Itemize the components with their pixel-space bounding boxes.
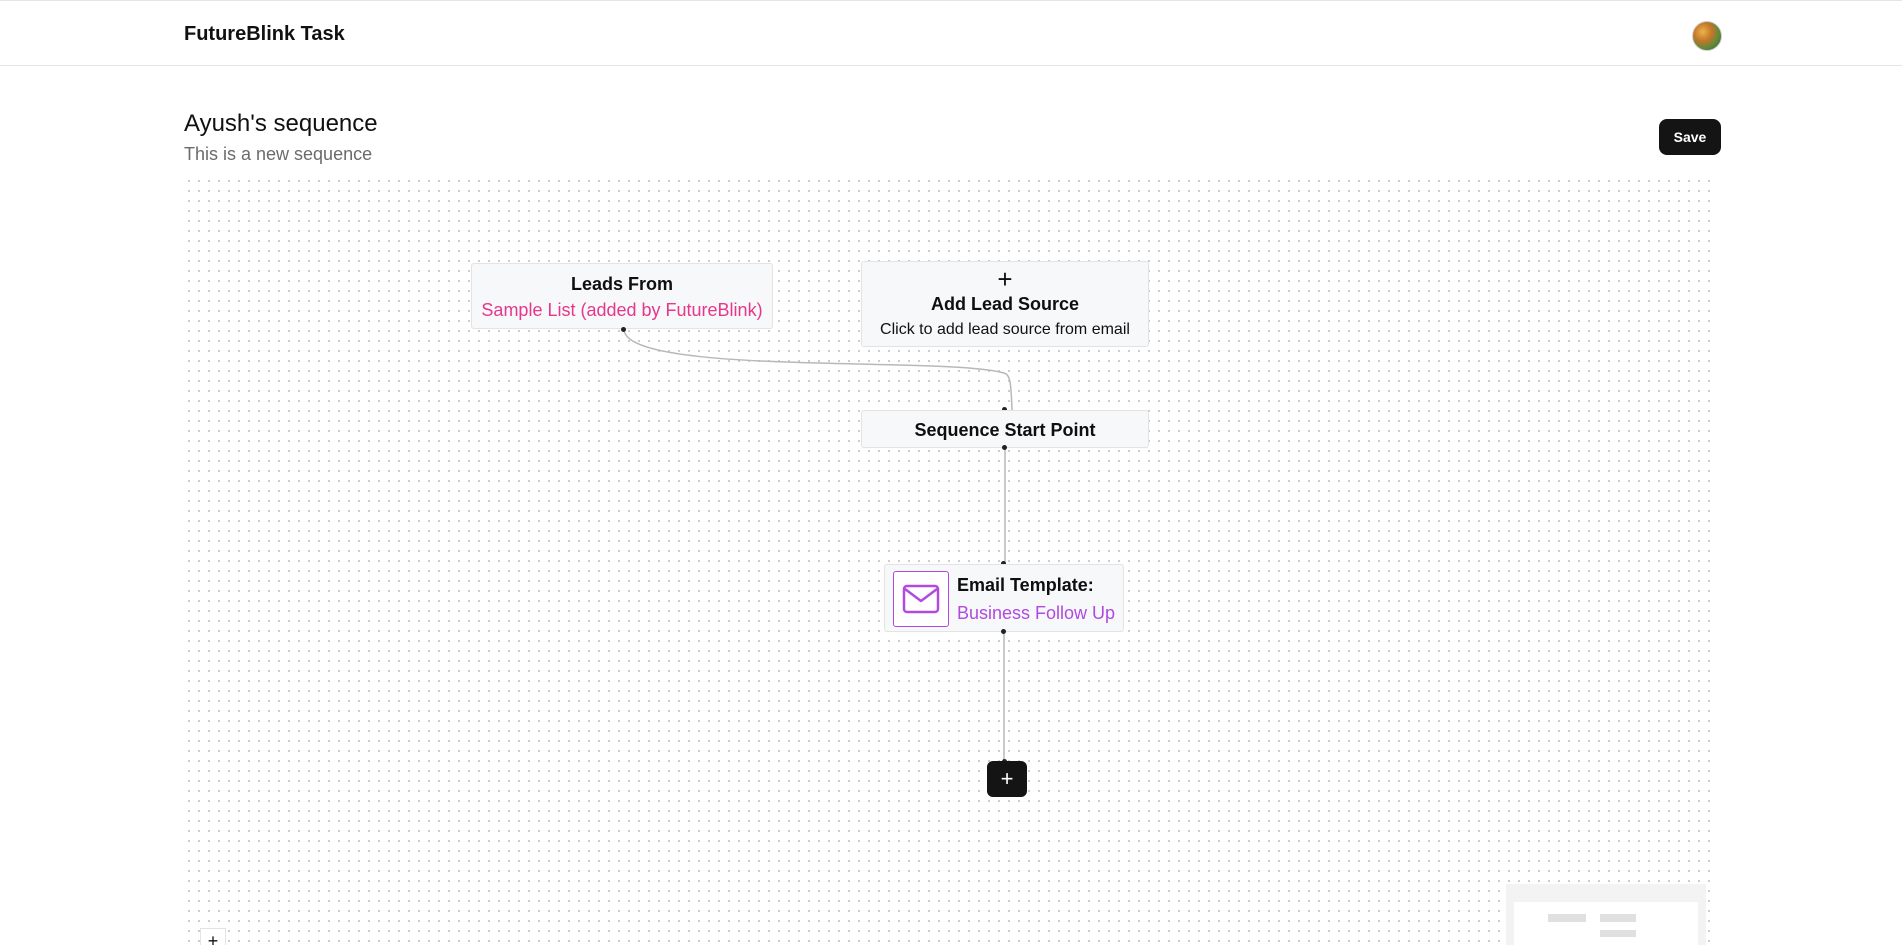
email-template-node[interactable]: Email Template: Business Follow Up [884,564,1124,632]
user-avatar[interactable] [1692,21,1722,51]
save-button[interactable]: Save [1659,119,1721,155]
leads-from-value: Sample List (added by FutureBlink) [481,300,763,320]
leads-from-node[interactable]: Leads From Sample List (added by FutureB… [471,263,773,329]
start-source-handle[interactable] [1002,445,1007,450]
email-template-value: Business Follow Up [957,603,1116,623]
plus-icon: + [997,264,1013,294]
minimap-viewport [1514,902,1698,945]
sequence-start-title: Sequence Start Point [914,420,1096,440]
page-title: Ayush's sequence [184,110,378,137]
app-title: FutureBlink Task [184,23,345,45]
minimap-node [1548,914,1586,922]
add-lead-source-title: Add Lead Source [930,294,1080,314]
add-lead-source-node[interactable]: + Add Lead Source Click to add lead sour… [861,261,1149,347]
leads-source-handle[interactable] [621,327,626,332]
add-node-button[interactable]: + [987,761,1027,797]
minimap[interactable] [1506,884,1706,945]
page-subtitle: This is a new sequence [184,144,373,164]
email-template-title: Email Template: [957,575,1094,595]
zoom-in-button[interactable]: + [200,928,226,945]
flow-canvas[interactable]: Leads From Sample List (added by FutureB… [184,176,1712,945]
mail-icon-glyph [902,584,940,614]
mail-icon [893,571,949,627]
minimap-node [1600,914,1636,922]
email-source-handle[interactable] [1001,629,1006,634]
leads-from-title: Leads From [570,274,674,294]
top-navbar: FutureBlink Task [0,0,1902,66]
minimap-node [1600,930,1636,937]
add-lead-source-description: Click to add lead source from email [880,321,1130,338]
sequence-start-node[interactable]: Sequence Start Point [861,410,1149,448]
